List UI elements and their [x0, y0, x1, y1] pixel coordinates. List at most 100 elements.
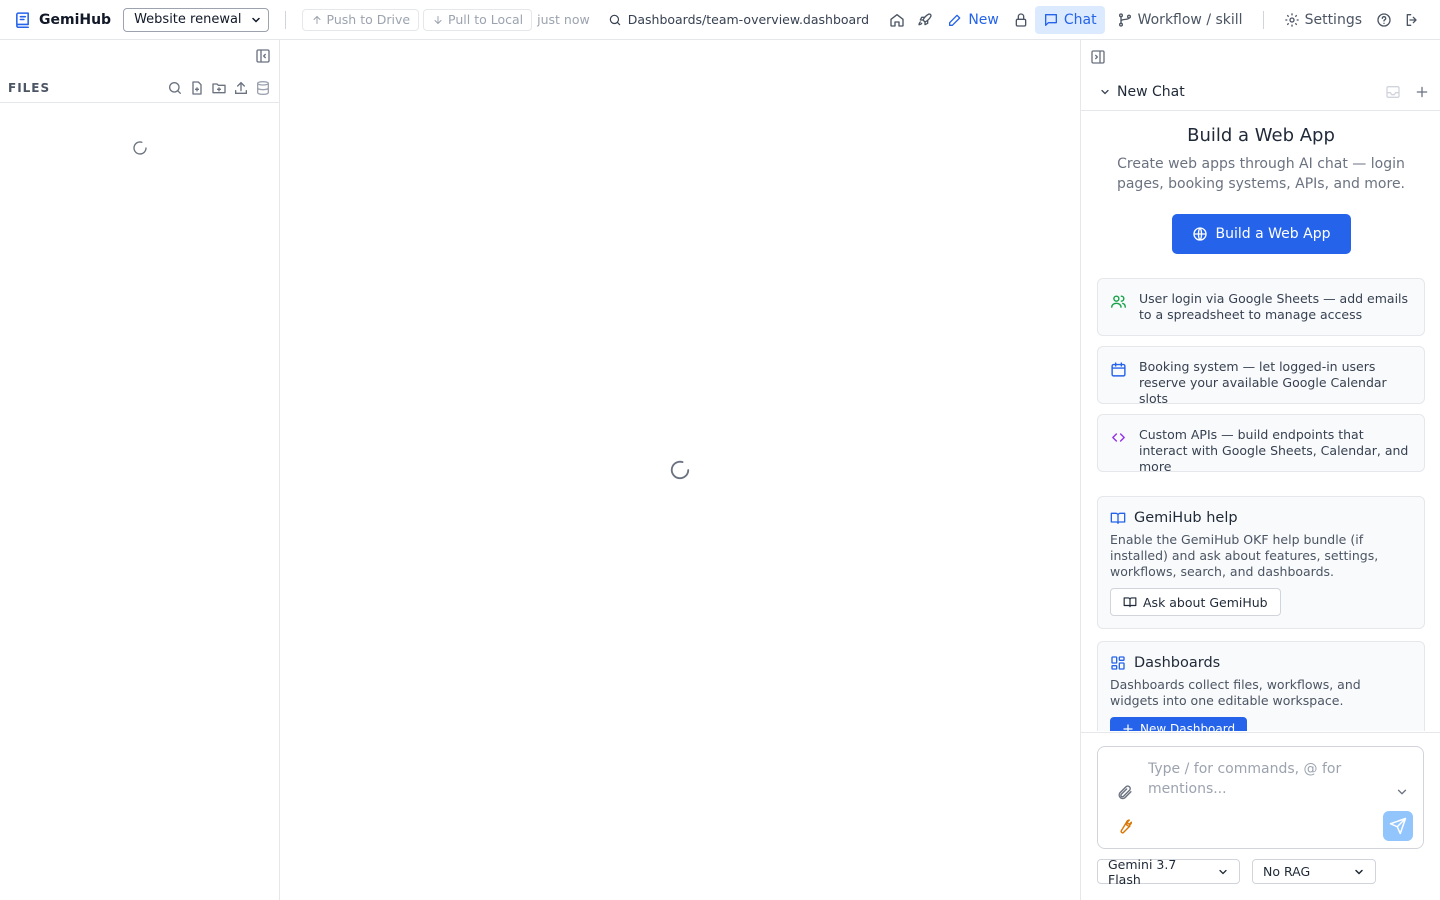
- settings-button[interactable]: Settings: [1276, 6, 1370, 34]
- collapse-chat-button[interactable]: [1090, 49, 1106, 65]
- panel-left-close-icon: [255, 48, 271, 64]
- push-to-drive-button[interactable]: Push to Drive: [301, 8, 420, 31]
- chat-header: New Chat: [1081, 74, 1440, 111]
- paperclip-icon: [1116, 784, 1133, 801]
- chat-header-actions: [1385, 84, 1429, 100]
- help-button[interactable]: [1370, 6, 1398, 34]
- chevron-down-icon: [1217, 866, 1229, 878]
- build-web-app-label: Build a Web App: [1215, 226, 1331, 242]
- loading-spinner-icon: [132, 140, 148, 156]
- divider: [1262, 10, 1264, 29]
- globe-icon: [1192, 226, 1208, 242]
- upload-button[interactable]: [233, 80, 249, 96]
- help-card-description: Enable the GemiHub OKF help bundle (if i…: [1110, 532, 1379, 579]
- plus-icon: [1415, 85, 1429, 99]
- lock-button[interactable]: [1007, 6, 1035, 34]
- help-card-title: GemiHub help: [1134, 510, 1238, 526]
- file-plus-icon: [189, 80, 205, 96]
- new-dashboard-button[interactable]: New Dashboard: [1110, 717, 1248, 731]
- chat-icon: [1043, 12, 1059, 28]
- workflow-icon: [1117, 12, 1133, 28]
- workflow-label: Workflow / skill: [1137, 11, 1243, 28]
- file-search-path[interactable]: Dashboards/team-overview.dashboard: [608, 12, 869, 27]
- model-select-value: Gemini 3.7 Flash: [1108, 856, 1177, 887]
- ask-about-gemihub-button[interactable]: Ask about GemiHub: [1110, 588, 1281, 616]
- top-actions: New Chat Workflow / skill Settings: [883, 0, 1426, 40]
- upload-icon: [233, 80, 249, 96]
- rocket-icon: [917, 12, 933, 28]
- home-icon: [889, 12, 905, 28]
- wrench-icon: [1116, 818, 1133, 835]
- new-button[interactable]: New: [939, 6, 1007, 34]
- logout-button[interactable]: [1398, 6, 1426, 34]
- feature-card-booking[interactable]: Booking system — let logged-in users res…: [1097, 346, 1425, 406]
- build-web-app-button[interactable]: Build a Web App: [1171, 214, 1351, 254]
- chat-welcome: Build a Web App Create web apps through …: [1081, 111, 1440, 731]
- deploy-button[interactable]: [911, 6, 939, 34]
- hero-subtitle: Create web apps through AI chat — login …: [1116, 156, 1406, 192]
- workspace-select[interactable]: Website renewal: [123, 7, 269, 32]
- new-folder-button[interactable]: [211, 80, 227, 96]
- dashboards-card-header: Dashboards: [1110, 655, 1412, 671]
- rag-select[interactable]: No RAG: [1252, 859, 1376, 884]
- main-content: [280, 40, 1080, 900]
- pull-to-local-button[interactable]: Pull to Local: [423, 8, 533, 31]
- file-sidebar: FILES: [0, 40, 280, 900]
- search-icon: [608, 13, 622, 27]
- home-button[interactable]: [883, 6, 911, 34]
- send-button[interactable]: [1383, 811, 1413, 841]
- arrow-down-icon: [432, 14, 444, 26]
- chat-panel: New Chat Build a Web App Create web apps…: [1080, 40, 1440, 900]
- gemihub-logo-icon: [14, 11, 31, 28]
- expand-input-button[interactable]: [1395, 785, 1409, 799]
- help-card: GemiHub help Enable the GemiHub OKF help…: [1097, 496, 1425, 629]
- new-file-button[interactable]: [189, 80, 205, 96]
- calendar-icon: [1110, 361, 1127, 378]
- new-chat-button[interactable]: [1415, 85, 1429, 99]
- search-icon: [167, 80, 183, 96]
- chat-history-toggle[interactable]: New Chat: [1099, 84, 1185, 100]
- chevron-down-icon: [250, 14, 262, 26]
- divider: [284, 10, 286, 29]
- chevron-down-icon: [1099, 86, 1111, 98]
- files-title: FILES: [8, 81, 51, 95]
- app-name: GemiHub: [39, 11, 112, 28]
- inbox-icon: [1385, 84, 1401, 100]
- chat-title: New Chat: [1117, 84, 1185, 100]
- storage-button[interactable]: [255, 80, 271, 96]
- help-circle-icon: [1376, 12, 1392, 28]
- dashboards-card-title: Dashboards: [1134, 655, 1221, 671]
- chat-input-area: Type / for commands, @ for mentions... G…: [1081, 732, 1440, 900]
- archive-chat-button[interactable]: [1385, 84, 1401, 100]
- feature-card-login[interactable]: User login via Google Sheets — add email…: [1097, 278, 1425, 336]
- tools-button[interactable]: [1116, 818, 1133, 835]
- workflow-button[interactable]: Workflow / skill: [1109, 6, 1251, 34]
- model-select[interactable]: Gemini 3.7 Flash: [1097, 856, 1240, 887]
- attach-button[interactable]: [1116, 784, 1133, 801]
- code-icon: [1110, 429, 1127, 446]
- book-open-icon: [1110, 510, 1126, 526]
- logout-icon: [1404, 12, 1420, 28]
- gear-icon: [1284, 12, 1300, 28]
- pencil-icon: [947, 12, 963, 28]
- feature-card-api[interactable]: Custom APIs — build endpoints that inter…: [1097, 414, 1425, 474]
- loading-spinner-icon: [669, 459, 691, 481]
- chat-button[interactable]: Chat: [1034, 5, 1105, 34]
- dashboards-card-description: Dashboards collect files, workflows, and…: [1110, 677, 1361, 708]
- new-label: New: [968, 11, 999, 28]
- search-files-button[interactable]: [167, 80, 183, 96]
- rag-select-value: No RAG: [1263, 864, 1311, 879]
- ask-about-gemihub-label: Ask about GemiHub: [1143, 594, 1268, 610]
- app-logo[interactable]: GemiHub: [14, 11, 111, 28]
- chat-label: Chat: [1063, 11, 1097, 28]
- files-header: FILES: [0, 74, 279, 103]
- chat-input[interactable]: Type / for commands, @ for mentions...: [1097, 746, 1424, 849]
- lock-icon: [1013, 12, 1029, 28]
- help-card-header: GemiHub help: [1110, 510, 1412, 526]
- book-open-icon: [1123, 595, 1137, 609]
- collapse-sidebar-button[interactable]: [255, 48, 271, 64]
- panel-right-close-icon: [1090, 49, 1106, 65]
- users-icon: [1110, 293, 1127, 310]
- folder-plus-icon: [211, 80, 227, 96]
- pull-label: Pull to Local: [448, 12, 524, 27]
